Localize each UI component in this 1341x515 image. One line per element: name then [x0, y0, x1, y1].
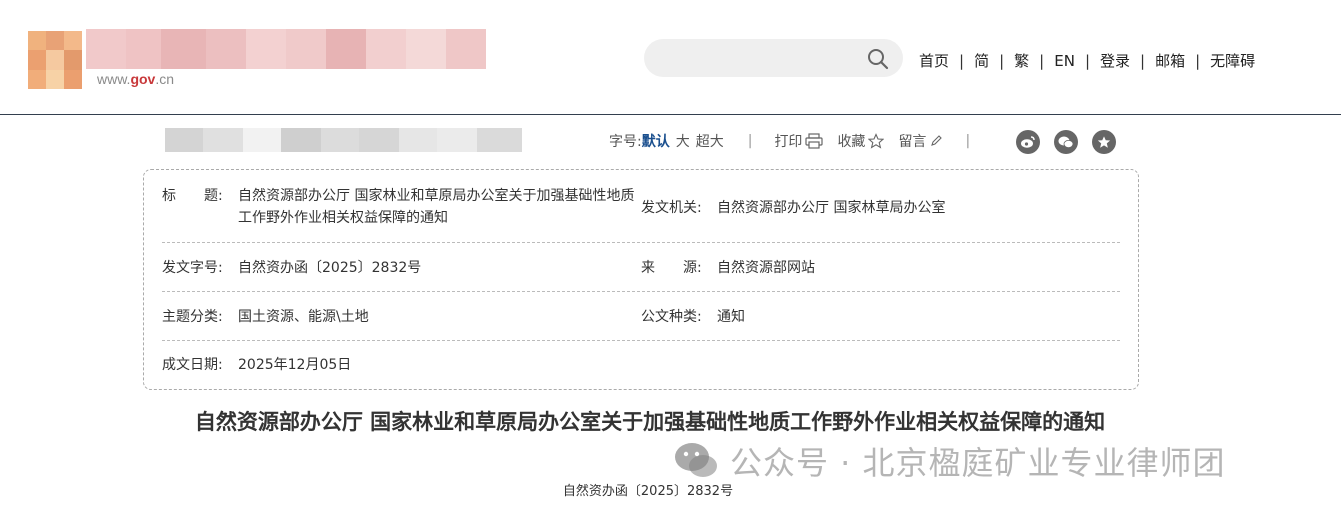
font-size-xlarge[interactable]: 超大	[696, 131, 724, 151]
article-title: 自然资源部办公厅 国家林业和草原局办公室关于加强基础性地质工作野外作业相关权益保…	[194, 409, 1106, 434]
info-row: 主题分类: 国土资源、能源\土地 公文种类: 通知	[162, 292, 1120, 341]
info-issuer: 发文机关: 自然资源部办公厅 国家林草局办公室	[641, 197, 945, 219]
info-docno-key: 发文字号:	[162, 260, 223, 276]
nav-traditional[interactable]: 繁	[1014, 50, 1029, 71]
info-date: 成文日期: 2025年12月05日	[162, 354, 351, 376]
site-logo[interactable]	[28, 31, 82, 89]
wechat-watermark: 公众号 · 北京楹庭矿业专业律师团	[672, 438, 1226, 484]
search-icon[interactable]	[867, 48, 889, 70]
star-icon	[868, 133, 885, 149]
info-topic: 主题分类: 国土资源、能源\土地	[162, 306, 369, 328]
info-date-value: 2025年12月05日	[238, 357, 352, 373]
weibo-share-icon[interactable]	[1016, 130, 1040, 154]
nav-separator: |	[999, 51, 1005, 70]
info-row: 发文字号: 自然资办函〔2025〕2832号 来 源: 自然资源部网站	[162, 243, 1120, 292]
info-date-key: 成文日期:	[162, 357, 223, 373]
nav-separator: |	[1140, 51, 1146, 70]
nav-simplified[interactable]: 简	[974, 50, 989, 71]
toolbar-separator: |	[965, 133, 971, 149]
nav-home[interactable]: 首页	[919, 50, 949, 71]
nav-separator: |	[1195, 51, 1201, 70]
favorite-button[interactable]: 收藏	[837, 131, 885, 151]
info-source: 来 源: 自然资源部网站	[641, 257, 815, 279]
nav-mail[interactable]: 邮箱	[1155, 50, 1185, 71]
info-docno-value: 自然资办函〔2025〕2832号	[238, 260, 422, 276]
print-button[interactable]: 打印	[774, 131, 824, 151]
info-issuer-key: 发文机关:	[641, 200, 702, 216]
comment-label: 留言	[898, 134, 927, 150]
font-size-default[interactable]: 默认	[642, 131, 670, 151]
nav-english[interactable]: EN	[1054, 52, 1075, 70]
comment-button[interactable]: 留言	[898, 131, 943, 151]
info-topic-value: 国土资源、能源\土地	[238, 309, 369, 325]
pencil-icon	[931, 135, 943, 146]
info-type: 公文种类: 通知	[641, 306, 745, 328]
info-docno: 发文字号: 自然资办函〔2025〕2832号	[162, 257, 421, 279]
info-title-value: 自然资源部办公厅 国家林业和草原局办公室关于加强基础性地质工作野外作业相关权益保…	[238, 188, 635, 226]
info-type-value: 通知	[717, 309, 745, 325]
site-name-redacted	[86, 29, 486, 69]
font-size-label: 字号:	[609, 134, 642, 150]
nav-separator: |	[1039, 51, 1045, 70]
info-title-key: 标 题:	[162, 188, 223, 204]
nav-separator: |	[959, 51, 965, 70]
document-info-box: 标 题: 自然资源部办公厅 国家林业和草原局办公室关于加强基础性地质工作野外作业…	[143, 169, 1139, 390]
info-source-value: 自然资源部网站	[717, 260, 815, 276]
info-title: 标 题: 自然资源部办公厅 国家林业和草原局办公室关于加强基础性地质工作野外作业…	[162, 185, 638, 229]
info-topic-key: 主题分类:	[162, 309, 223, 325]
star-share-icon[interactable]	[1092, 130, 1116, 154]
toolbar-separator: |	[747, 133, 753, 149]
article-toolbar: 字号: 默认 大 超大 | 打印 收藏 留言 |	[609, 131, 970, 151]
font-size-large[interactable]: 大	[676, 131, 690, 151]
search-input[interactable]	[644, 39, 903, 77]
info-issuer-value: 自然资源部办公厅 国家林草局办公室	[717, 200, 946, 216]
wechat-logo-icon	[675, 443, 717, 477]
info-row: 成文日期: 2025年12月05日	[162, 341, 1120, 389]
breadcrumb-redacted	[165, 128, 542, 152]
site-domain: www.gov.cn	[97, 71, 175, 87]
nav-accessibility[interactable]: 无障碍	[1210, 50, 1255, 71]
top-navigation: 首页 | 简 | 繁 | EN | 登录 | 邮箱 | 无障碍	[919, 50, 1255, 71]
print-label: 打印	[774, 134, 803, 150]
info-row: 标 题: 自然资源部办公厅 国家林业和草原局办公室关于加强基础性地质工作野外作业…	[162, 170, 1120, 243]
nav-login[interactable]: 登录	[1100, 50, 1130, 71]
printer-icon	[805, 133, 824, 149]
info-type-key: 公文种类:	[641, 309, 702, 325]
info-source-key: 来 源:	[641, 260, 702, 276]
wechat-share-icon[interactable]	[1054, 130, 1078, 154]
favorite-label: 收藏	[837, 134, 866, 150]
nav-separator: |	[1084, 51, 1090, 70]
site-header: www.gov.cn 首页 | 简 | 繁 | EN | 登录 | 邮箱 | 无…	[0, 0, 1341, 115]
watermark-text: 公众号 · 北京楹庭矿业专业律师团	[730, 444, 1226, 482]
